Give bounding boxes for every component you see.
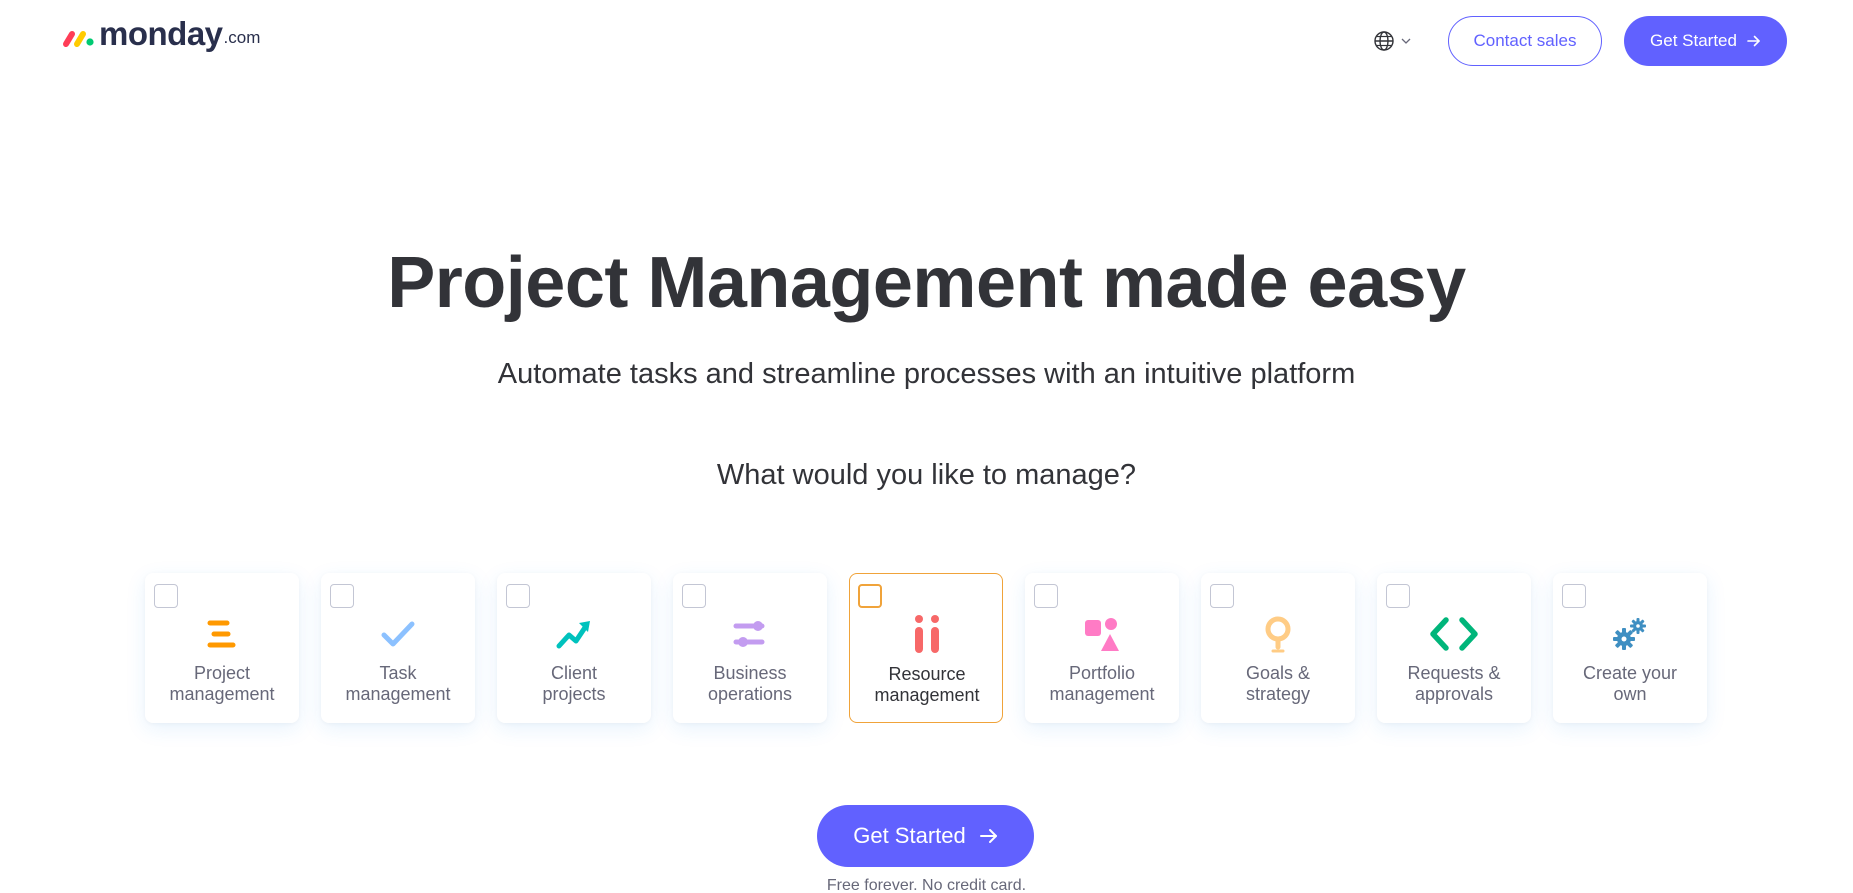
arrow-right-icon bbox=[979, 829, 997, 843]
contact-sales-button[interactable]: Contact sales bbox=[1448, 16, 1602, 66]
option-card-resource-management[interactable]: Resource management bbox=[849, 573, 1003, 723]
header-get-started-label: Get Started bbox=[1650, 31, 1737, 50]
page-subtitle: Automate tasks and streamline processes … bbox=[497, 358, 1356, 390]
check-icon bbox=[381, 621, 415, 647]
language-selector[interactable] bbox=[1373, 30, 1411, 52]
option-label: Requests & approvals bbox=[1407, 663, 1501, 704]
option-card-create-your-own[interactable]: Create your own bbox=[1553, 573, 1707, 723]
gears-icon bbox=[1613, 618, 1646, 650]
page-title: Project Management made easy bbox=[387, 243, 1466, 323]
option-checkbox[interactable] bbox=[682, 584, 706, 608]
option-label: Create your own bbox=[1582, 663, 1678, 704]
option-card-business-operations[interactable]: Business operations bbox=[673, 573, 827, 723]
option-card-client-projects[interactable]: Client projects bbox=[497, 573, 651, 723]
option-card-task-management[interactable]: Task management bbox=[321, 573, 475, 723]
option-checkbox[interactable] bbox=[1562, 584, 1586, 608]
manage-question: What would you like to manage? bbox=[716, 459, 1137, 491]
option-label: Goals & strategy bbox=[1245, 663, 1311, 704]
project-management-icon bbox=[207, 620, 236, 648]
logo-mark-icon bbox=[63, 31, 94, 47]
shapes-icon bbox=[1085, 618, 1119, 651]
free-forever-note: Free forever. No credit card. bbox=[826, 877, 1027, 893]
option-card-project-management[interactable]: Project management bbox=[145, 573, 299, 723]
chevron-down-icon bbox=[1401, 38, 1411, 44]
option-label: Business operations bbox=[707, 663, 793, 704]
option-checkbox[interactable] bbox=[506, 584, 530, 608]
option-card-requests-approvals[interactable]: Requests & approvals bbox=[1377, 573, 1531, 723]
monday-logo[interactable]: monday .com bbox=[61, 15, 261, 52]
option-checkbox[interactable] bbox=[1386, 584, 1410, 608]
option-label: Client projects bbox=[542, 663, 606, 704]
get-started-button[interactable]: Get Started bbox=[817, 805, 1034, 867]
option-checkbox[interactable] bbox=[154, 584, 178, 608]
option-checkbox[interactable] bbox=[1210, 584, 1234, 608]
use-case-cards: Project management Task management Client p… bbox=[145, 573, 1707, 723]
option-card-portfolio-management[interactable]: Portfolio management bbox=[1025, 573, 1179, 723]
option-label: Task management bbox=[345, 663, 451, 704]
option-checkbox[interactable] bbox=[330, 584, 354, 608]
option-label: Portfolio management bbox=[1049, 663, 1155, 704]
code-brackets-icon bbox=[1430, 617, 1478, 651]
header-get-started-button[interactable]: Get Started bbox=[1624, 16, 1787, 66]
people-icon bbox=[915, 615, 939, 653]
trend-arrow-icon bbox=[556, 621, 590, 649]
top-nav: monday .com Contact sales Get Started bbox=[0, 0, 1853, 82]
sliders-icon bbox=[733, 621, 765, 647]
lightbulb-icon bbox=[1265, 616, 1291, 653]
option-label: Resource management bbox=[874, 664, 980, 705]
arrow-right-icon bbox=[1747, 35, 1760, 47]
get-started-label: Get Started bbox=[853, 823, 966, 848]
option-checkbox[interactable] bbox=[858, 584, 882, 608]
option-label: Project management bbox=[169, 663, 275, 704]
option-card-goals-strategy[interactable]: Goals & strategy bbox=[1201, 573, 1355, 723]
logo-suffix: .com bbox=[223, 28, 261, 47]
logo-word: monday bbox=[99, 15, 223, 52]
globe-icon bbox=[1374, 31, 1394, 51]
option-checkbox[interactable] bbox=[1034, 584, 1058, 608]
